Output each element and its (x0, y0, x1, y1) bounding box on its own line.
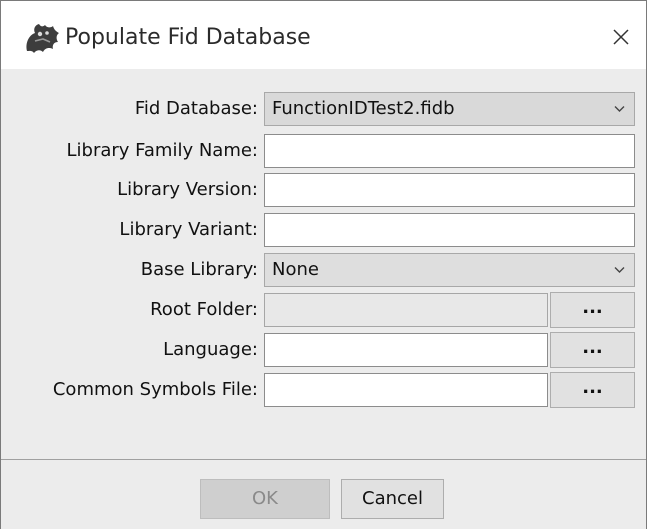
fid-database-dropdown[interactable]: FunctionIDTest2.fidb (264, 92, 635, 126)
populate-form: Fid Database: FunctionIDTest2.fidb Libra… (1, 69, 646, 459)
root-folder-label: Root Folder: (150, 299, 258, 320)
chevron-down-icon (614, 267, 625, 273)
root-folder-browse-button[interactable]: ... (550, 292, 635, 328)
common-symbols-file-input[interactable] (264, 373, 548, 407)
library-family-name-input[interactable] (264, 134, 635, 168)
button-bar: OK Cancel (1, 459, 646, 529)
dragon-logo-icon (23, 21, 61, 55)
title-bar[interactable]: Populate Fid Database (1, 1, 646, 69)
language-label: Language: (163, 339, 258, 360)
fid-database-value: FunctionIDTest2.fidb (272, 98, 455, 119)
fid-database-label: Fid Database: (134, 98, 258, 119)
language-browse-button[interactable]: ... (550, 332, 635, 368)
root-folder-input (264, 293, 548, 327)
close-icon (613, 29, 629, 45)
language-input[interactable] (264, 333, 548, 367)
ok-button[interactable]: OK (200, 479, 330, 519)
library-version-label: Library Version: (117, 179, 258, 200)
library-family-name-label: Library Family Name: (66, 140, 258, 161)
close-button[interactable] (601, 15, 641, 59)
window-title: Populate Fid Database (65, 25, 311, 50)
chevron-down-icon (614, 106, 625, 112)
base-library-value: None (272, 259, 319, 280)
base-library-label: Base Library: (140, 259, 258, 280)
library-variant-input[interactable] (264, 213, 635, 247)
base-library-dropdown[interactable]: None (264, 253, 635, 287)
common-symbols-file-label: Common Symbols File: (52, 379, 258, 400)
dialog-window: Populate Fid Database Fid Database: Func… (0, 0, 647, 529)
common-symbols-file-browse-button[interactable]: ... (550, 372, 635, 408)
cancel-button[interactable]: Cancel (341, 479, 444, 519)
library-version-input[interactable] (264, 173, 635, 207)
library-variant-label: Library Variant: (119, 219, 258, 240)
